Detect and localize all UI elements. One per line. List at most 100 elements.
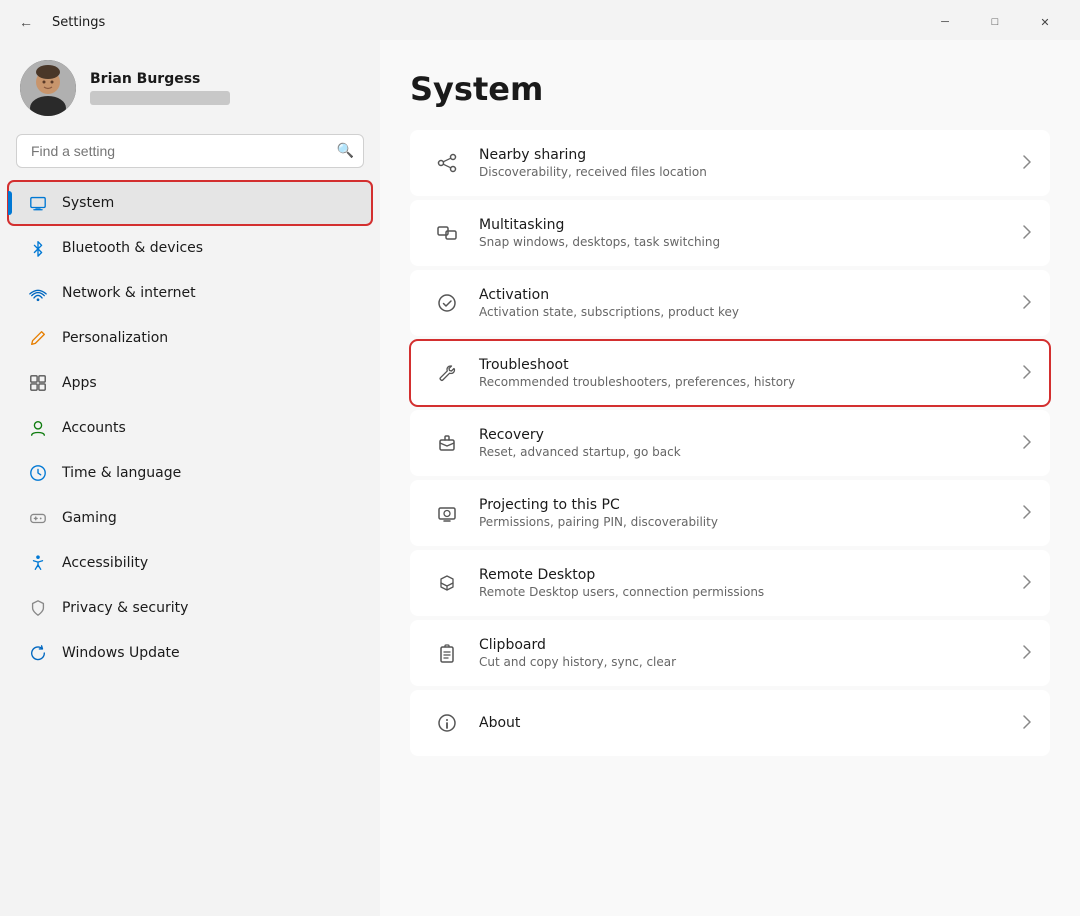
sidebar-item-accounts[interactable]: Accounts [8, 406, 372, 450]
setting-item-about[interactable]: About [410, 690, 1050, 756]
privacy-icon [28, 598, 48, 618]
maximize-button[interactable]: □ [972, 6, 1018, 38]
main-layout: Brian Burgess 🔍 System Bluetooth & device… [0, 40, 1080, 916]
projecting-desc: Permissions, pairing PIN, discoverabilit… [479, 515, 1023, 529]
search-icon: 🔍 [337, 143, 354, 159]
sidebar-item-personalization[interactable]: Personalization [8, 316, 372, 360]
search-input[interactable] [16, 134, 364, 168]
sidebar-item-accounts-label: Accounts [62, 420, 126, 436]
user-email [90, 91, 230, 105]
gaming-icon [28, 508, 48, 528]
user-info: Brian Burgess [90, 71, 230, 105]
sidebar-item-network[interactable]: Network & internet [8, 271, 372, 315]
multitasking-text: Multitasking Snap windows, desktops, task… [479, 217, 1023, 249]
about-text: About [479, 715, 1023, 731]
sidebar-item-update[interactable]: Windows Update [8, 631, 372, 675]
sidebar-item-apps-label: Apps [62, 375, 97, 391]
activation-chevron [1023, 295, 1031, 312]
multitasking-chevron [1023, 225, 1031, 242]
sidebar-item-time-label: Time & language [62, 465, 181, 481]
titlebar-title: Settings [52, 15, 105, 30]
sidebar-item-gaming[interactable]: Gaming [8, 496, 372, 540]
sidebar-item-system[interactable]: System [8, 181, 372, 225]
remote-desktop-text: Remote DesktopRemote Desktop users, conn… [479, 567, 1023, 599]
titlebar-left: ← Settings [12, 8, 105, 36]
recovery-desc: Reset, advanced startup, go back [479, 445, 1023, 459]
avatar [20, 60, 76, 116]
activation-text: ActivationActivation state, subscription… [479, 287, 1023, 319]
setting-item-nearby-sharing[interactable]: Nearby sharingDiscoverability, received … [410, 130, 1050, 196]
activation-title: Activation [479, 287, 1023, 303]
recovery-text: Recovery Reset, advanced startup, go back [479, 427, 1023, 459]
sidebar-item-accessibility[interactable]: Accessibility [8, 541, 372, 585]
recovery-icon [429, 425, 465, 461]
troubleshoot-text: Troubleshoot Recommended troubleshooters,… [479, 357, 1023, 389]
nearby-sharing-icon [429, 145, 465, 181]
troubleshoot-chevron [1023, 365, 1031, 382]
page-title: System [410, 70, 1050, 108]
sidebar-item-network-label: Network & internet [62, 285, 196, 301]
content-area: System Nearby sharingDiscoverability, re… [380, 40, 1080, 916]
sidebar-item-accessibility-label: Accessibility [62, 555, 148, 571]
sidebar-item-privacy[interactable]: Privacy & security [8, 586, 372, 630]
remote-desktop-title: Remote Desktop [479, 567, 1023, 583]
troubleshoot-title: Troubleshoot [479, 357, 1023, 373]
user-name: Brian Burgess [90, 71, 230, 87]
clipboard-desc: Cut and copy history, sync, clear [479, 655, 1023, 669]
multitasking-icon [429, 215, 465, 251]
about-icon [429, 705, 465, 741]
sidebar-item-apps[interactable]: Apps [8, 361, 372, 405]
network-icon [28, 283, 48, 303]
troubleshoot-desc: Recommended troubleshooters, preferences… [479, 375, 1023, 389]
projecting-icon [429, 495, 465, 531]
clipboard-icon [429, 635, 465, 671]
accounts-icon [28, 418, 48, 438]
titlebar: ← Settings ─ □ ✕ [0, 0, 1080, 40]
search-box: 🔍 [16, 134, 364, 168]
sidebar-item-bluetooth-label: Bluetooth & devices [62, 240, 203, 256]
nearby-sharing-text: Nearby sharingDiscoverability, received … [479, 147, 1023, 179]
time-icon [28, 463, 48, 483]
window-controls: ─ □ ✕ [922, 6, 1068, 38]
apps-icon [28, 373, 48, 393]
minimize-button[interactable]: ─ [922, 6, 968, 38]
troubleshoot-icon [429, 355, 465, 391]
clipboard-text: ClipboardCut and copy history, sync, cle… [479, 637, 1023, 669]
recovery-chevron [1023, 435, 1031, 452]
sidebar-item-privacy-label: Privacy & security [62, 600, 188, 616]
sidebar-item-system-label: System [62, 195, 114, 211]
sidebar-item-personalization-label: Personalization [62, 330, 168, 346]
projecting-title: Projecting to this PC [479, 497, 1023, 513]
back-button[interactable]: ← [12, 8, 40, 36]
remote-desktop-chevron [1023, 575, 1031, 592]
setting-item-activation[interactable]: ActivationActivation state, subscription… [410, 270, 1050, 336]
setting-item-recovery[interactable]: Recovery Reset, advanced startup, go back [410, 410, 1050, 476]
sidebar-item-bluetooth[interactable]: Bluetooth & devices [8, 226, 372, 270]
setting-item-multitasking[interactable]: Multitasking Snap windows, desktops, task… [410, 200, 1050, 266]
sidebar-item-gaming-label: Gaming [62, 510, 117, 526]
setting-item-clipboard[interactable]: ClipboardCut and copy history, sync, cle… [410, 620, 1050, 686]
system-icon [28, 193, 48, 213]
setting-item-troubleshoot[interactable]: Troubleshoot Recommended troubleshooters,… [410, 340, 1050, 406]
sidebar-item-time[interactable]: Time & language [8, 451, 372, 495]
personalization-icon [28, 328, 48, 348]
sidebar: Brian Burgess 🔍 System Bluetooth & device… [0, 40, 380, 916]
projecting-chevron [1023, 505, 1031, 522]
activation-icon [429, 285, 465, 321]
nearby-sharing-chevron [1023, 155, 1031, 172]
about-chevron [1023, 715, 1031, 732]
setting-item-projecting[interactable]: Projecting to this PC Permissions, pairin… [410, 480, 1050, 546]
bluetooth-icon [28, 238, 48, 258]
settings-list: Nearby sharingDiscoverability, received … [410, 130, 1050, 756]
accessibility-icon [28, 553, 48, 573]
setting-item-remote-desktop[interactable]: Remote DesktopRemote Desktop users, conn… [410, 550, 1050, 616]
about-title: About [479, 715, 1023, 731]
nav-list: System Bluetooth & devices Network & inter… [0, 180, 380, 676]
recovery-title: Recovery [479, 427, 1023, 443]
sidebar-item-update-label: Windows Update [62, 645, 180, 661]
close-button[interactable]: ✕ [1022, 6, 1068, 38]
multitasking-desc: Snap windows, desktops, task switching [479, 235, 1023, 249]
multitasking-title: Multitasking [479, 217, 1023, 233]
user-profile[interactable]: Brian Burgess [0, 50, 380, 134]
clipboard-chevron [1023, 645, 1031, 662]
